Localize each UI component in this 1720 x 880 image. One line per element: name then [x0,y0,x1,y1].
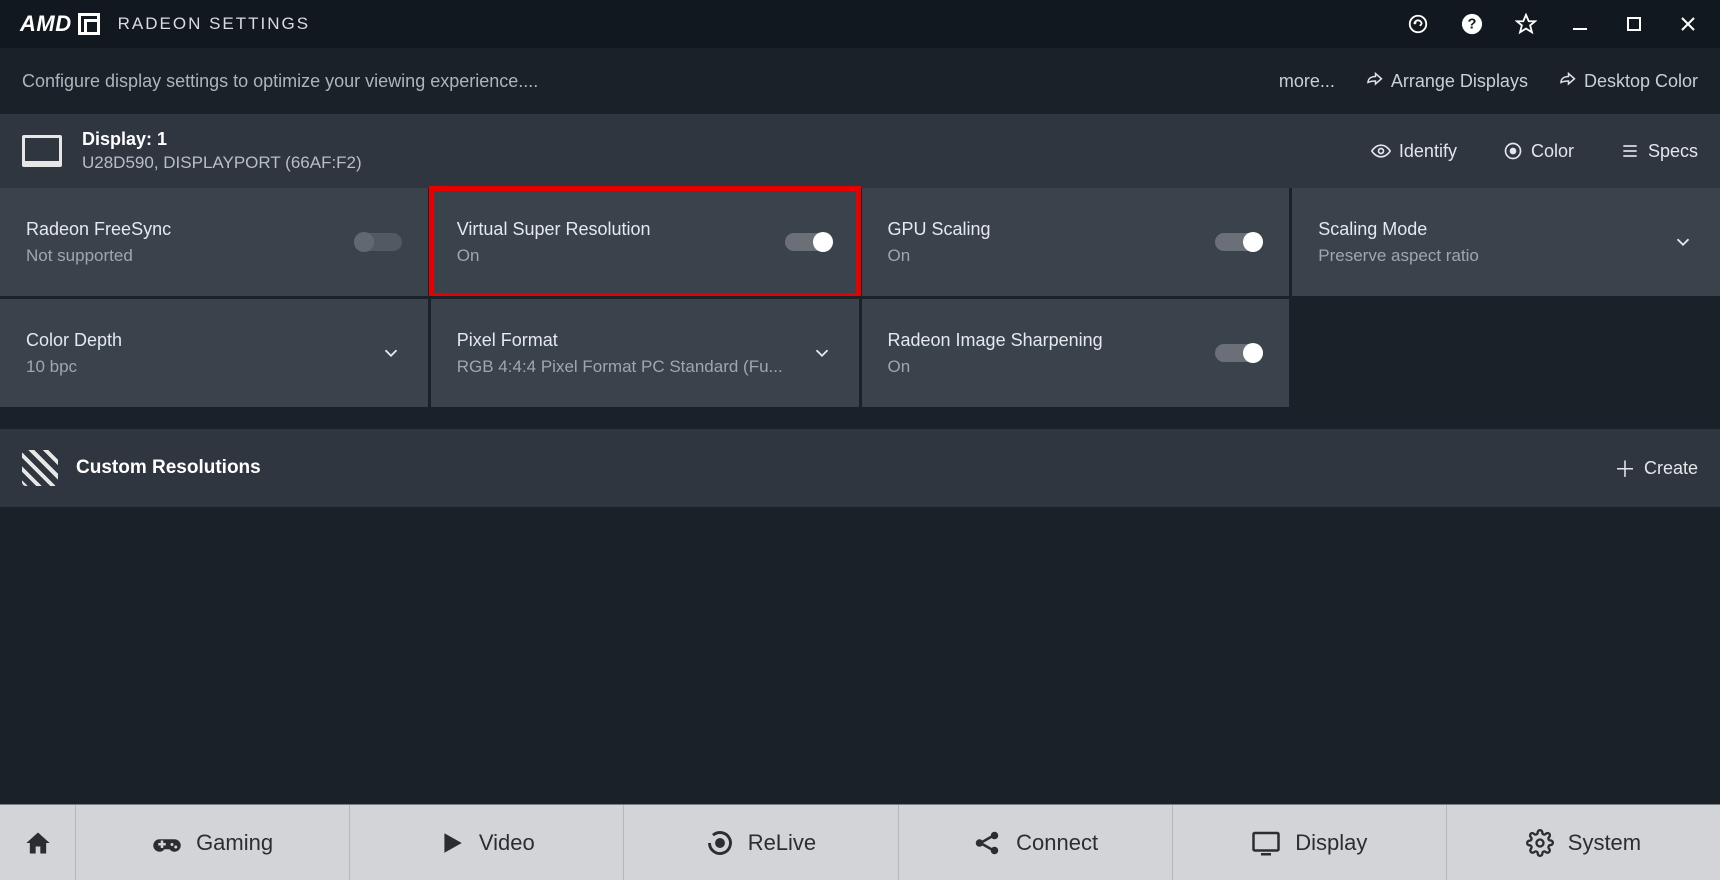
tile-value: On [888,357,1103,377]
tile-title: Scaling Mode [1318,219,1479,240]
identify-button[interactable]: Identify [1371,141,1457,162]
gear-icon [1526,829,1554,857]
eye-icon [1371,141,1391,161]
freesync-toggle [354,233,402,251]
amd-square-icon [78,13,100,35]
color-button[interactable]: Color [1503,141,1574,162]
tile-value: Not supported [26,246,171,266]
specs-label: Specs [1648,141,1698,162]
display-name: Display: 1 [82,128,362,151]
help-icon[interactable]: ? [1454,6,1490,42]
close-button[interactable] [1670,6,1706,42]
svg-text:?: ? [1468,17,1477,33]
minimize-button[interactable] [1562,6,1598,42]
content-area [0,507,1720,804]
gpu-scaling-toggle[interactable] [1215,233,1263,251]
page-description: Configure display settings to optimize y… [22,71,1249,92]
tile-value: On [888,246,991,266]
tile-title: Radeon Image Sharpening [888,330,1103,351]
create-label: Create [1644,458,1698,479]
more-link-label: more... [1279,71,1335,92]
plus-icon: ＋ [1614,452,1636,484]
desktop-color-label: Desktop Color [1584,71,1698,92]
settings-grid-row-1: Radeon FreeSync Not supported Virtual Su… [0,188,1720,296]
tile-freesync[interactable]: Radeon FreeSync Not supported [0,188,428,296]
tab-label: Gaming [196,830,273,856]
display-info-bar: Display: 1 U28D590, DISPLAYPORT (66AF:F2… [0,114,1720,188]
display-icon [1251,828,1281,858]
tile-title: Virtual Super Resolution [457,219,651,240]
chevron-down-icon [1672,231,1694,253]
gamepad-icon [152,828,182,858]
maximize-button[interactable] [1616,6,1652,42]
connect-icon [972,828,1002,858]
desktop-color-link[interactable]: Desktop Color [1558,71,1698,92]
app-title: RADEON SETTINGS [118,14,310,34]
tab-label: Video [479,830,535,856]
chevron-down-icon [811,342,833,364]
tile-image-sharpening[interactable]: Radeon Image Sharpening On [862,299,1290,407]
color-label: Color [1531,141,1574,162]
custom-resolutions-label: Custom Resolutions [76,457,261,479]
share-arrow-icon [1558,72,1576,90]
tab-system[interactable]: System [1447,805,1720,880]
display-port: U28D590, DISPLAYPORT (66AF:F2) [82,152,362,174]
more-link[interactable]: more... [1279,71,1335,92]
tab-display[interactable]: Display [1173,805,1447,880]
tab-label: Display [1295,830,1367,856]
tile-color-depth[interactable]: Color Depth 10 bpc [0,299,428,407]
play-icon [439,830,465,856]
color-wheel-icon [1503,141,1523,161]
amd-brand-text: AMD [20,11,72,37]
star-icon[interactable] [1508,6,1544,42]
specs-button[interactable]: Specs [1620,141,1698,162]
tile-title: Pixel Format [457,330,783,351]
tab-relive[interactable]: ReLive [624,805,898,880]
home-tab[interactable] [0,805,76,880]
list-icon [1620,141,1640,161]
updates-icon[interactable] [1400,6,1436,42]
monitor-icon [22,135,62,167]
tile-title: GPU Scaling [888,219,991,240]
display-meta: Display: 1 U28D590, DISPLAYPORT (66AF:F2… [82,128,362,173]
create-resolution-button[interactable]: ＋ Create [1614,452,1698,484]
tile-empty [1292,299,1720,407]
tile-gpu-scaling[interactable]: GPU Scaling On [862,188,1290,296]
tile-value: On [457,246,651,266]
vsr-toggle[interactable] [785,233,833,251]
arrange-displays-link[interactable]: Arrange Displays [1365,71,1528,92]
arrange-displays-label: Arrange Displays [1391,71,1528,92]
relive-icon [706,829,734,857]
tile-value: Preserve aspect ratio [1318,246,1479,266]
share-arrow-icon [1365,72,1383,90]
custom-resolutions-bar: Custom Resolutions ＋ Create [0,429,1720,507]
tile-title: Radeon FreeSync [26,219,171,240]
settings-grid-row-2: Color Depth 10 bpc Pixel Format RGB 4:4:… [0,299,1720,407]
tile-title: Color Depth [26,330,122,351]
identify-label: Identify [1399,141,1457,162]
chevron-down-icon [380,342,402,364]
tile-virtual-super-resolution[interactable]: Virtual Super Resolution On [431,188,859,296]
amd-logo: AMD [20,11,100,37]
tab-connect[interactable]: Connect [899,805,1173,880]
tile-scaling-mode[interactable]: Scaling Mode Preserve aspect ratio [1292,188,1720,296]
tile-pixel-format[interactable]: Pixel Format RGB 4:4:4 Pixel Format PC S… [431,299,859,407]
tab-label: System [1568,830,1641,856]
tab-label: Connect [1016,830,1098,856]
tab-gaming[interactable]: Gaming [76,805,350,880]
sharpening-toggle[interactable] [1215,344,1263,362]
tile-value: 10 bpc [26,357,122,377]
tile-value: RGB 4:4:4 Pixel Format PC Standard (Fu..… [457,357,783,377]
page-subheader: Configure display settings to optimize y… [0,48,1720,114]
tab-video[interactable]: Video [350,805,624,880]
bottom-nav: Gaming Video ReLive Connect Display Syst… [0,804,1720,880]
tab-label: ReLive [748,830,816,856]
hatch-icon [22,450,58,486]
titlebar: AMD RADEON SETTINGS ? [0,0,1720,48]
